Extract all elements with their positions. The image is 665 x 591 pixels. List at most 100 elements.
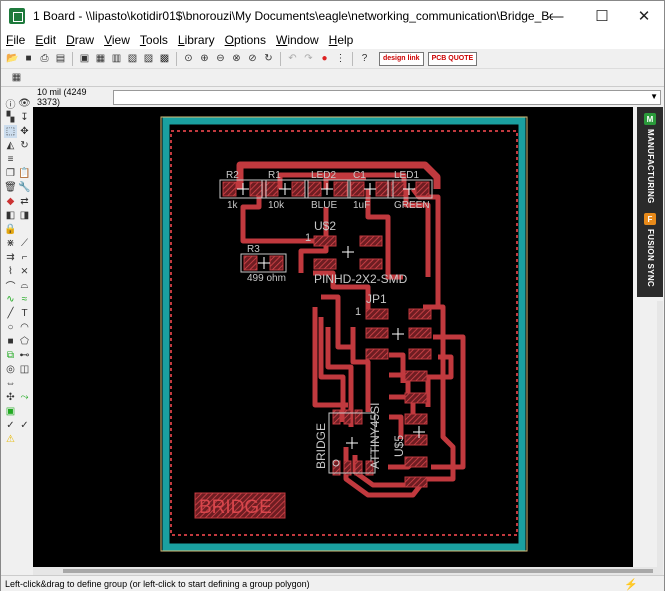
zoom-out-icon[interactable]: ⊖	[213, 51, 228, 66]
info-icon[interactable]: ⓘ	[4, 97, 17, 111]
rotate-icon[interactable]: ↻	[18, 139, 31, 152]
ripup-icon[interactable]: ⨯	[18, 265, 31, 278]
menu-edit[interactable]: Edit	[30, 33, 61, 47]
name-icon[interactable]: ◧	[4, 209, 17, 222]
replace-icon[interactable]: ⇄	[18, 195, 31, 208]
pcb-quote-button[interactable]: PCB QUOTE	[427, 51, 478, 66]
pad	[404, 434, 428, 446]
zoom-fit-icon[interactable]: ⊙	[181, 51, 196, 66]
miter-icon[interactable]: ⌐	[18, 251, 31, 264]
close-button[interactable]: ✕	[621, 1, 665, 31]
change-icon[interactable]: 🔧	[18, 181, 31, 194]
redraw-icon[interactable]: ↻	[261, 51, 276, 66]
redo-icon[interactable]: ↷	[301, 51, 316, 66]
stop-icon[interactable]: ●	[317, 51, 332, 66]
route-multi-icon[interactable]: ∿	[4, 293, 17, 306]
copy-icon[interactable]: ❐	[4, 167, 17, 180]
wire-icon[interactable]: ╱	[4, 307, 17, 320]
signal-icon[interactable]: ⤳	[18, 391, 31, 404]
show-icon[interactable]: 👁	[18, 97, 31, 110]
drc-check-icon[interactable]: ✓	[4, 419, 17, 432]
component-name-us5: U$5	[392, 435, 406, 457]
paste-icon[interactable]: 📋	[18, 167, 31, 180]
bridge-silk-label: BRIDGE	[314, 423, 328, 469]
zoom-previous-icon[interactable]: ⊘	[245, 51, 260, 66]
tab-manufacturing[interactable]: M MANUFACTURING	[637, 113, 663, 204]
polygon-icon[interactable]: ⬠	[18, 335, 31, 348]
board-icon[interactable]: ▣	[77, 51, 92, 66]
split-icon[interactable]: ⟋	[18, 237, 31, 250]
text-icon[interactable]: T	[18, 307, 31, 320]
horizontal-scroll-thumb[interactable]	[63, 569, 653, 573]
move-icon[interactable]: ✥	[18, 125, 31, 138]
save-icon[interactable]: ■	[21, 51, 36, 66]
cam-processor-icon[interactable]: ▩	[157, 51, 172, 66]
menu-tools[interactable]: Tools	[135, 33, 173, 47]
help-icon[interactable]: ?	[357, 51, 372, 66]
group-icon[interactable]: ⬚	[4, 125, 17, 138]
display-layers-icon[interactable]: ▚	[4, 111, 17, 124]
zoom-in-icon[interactable]: ⊕	[197, 51, 212, 66]
toolbar-separator	[72, 51, 73, 66]
pad	[307, 181, 322, 197]
dimension-icon[interactable]: ✣	[4, 391, 17, 404]
drc-icon[interactable]: ▨	[141, 51, 156, 66]
mark-icon[interactable]: ↧	[18, 111, 31, 124]
zoom-select-icon[interactable]: ⊗	[229, 51, 244, 66]
undo-icon[interactable]: ↶	[285, 51, 300, 66]
tool-palette: ⓘ 👁 ▚ ↧ ⬚ ✥ ◭ ↻ ≡ ❐ 📋 🗑 🔧 ◆ ⇄ ◧ ◨ 🔒 ⋇ ⟋ …	[1, 93, 33, 573]
menu-options[interactable]: Options	[220, 33, 271, 47]
command-line-input[interactable]: ▼	[113, 89, 661, 105]
pad	[408, 308, 432, 320]
maximize-button[interactable]: ☐	[579, 1, 625, 31]
cam-icon[interactable]: ▤	[53, 51, 68, 66]
rectangle-icon[interactable]: ■	[4, 335, 17, 348]
vertical-scrollbar[interactable]	[657, 301, 663, 567]
align-icon[interactable]: ≡	[4, 153, 17, 166]
menu-window[interactable]: Window	[271, 33, 324, 47]
route-icon[interactable]: ⌒	[4, 279, 17, 293]
chevron-down-icon[interactable]: ▼	[650, 92, 658, 101]
hole-icon[interactable]: ◎	[4, 363, 17, 376]
menu-view[interactable]: View	[99, 33, 135, 47]
ulp-icon[interactable]: ▧	[125, 51, 140, 66]
horizontal-scrollbar[interactable]	[33, 567, 663, 575]
pad	[332, 409, 341, 425]
go-icon[interactable]: ⋮	[333, 51, 348, 66]
arc-icon[interactable]: ◠	[18, 321, 31, 334]
mirror-icon[interactable]: ◭	[4, 139, 17, 152]
attribute-icon[interactable]: ⇔	[4, 377, 17, 390]
erc-icon[interactable]: ▣	[4, 405, 17, 418]
design-link-button[interactable]: design link	[379, 51, 424, 66]
route-diff-icon[interactable]: ≈	[18, 293, 31, 306]
menu-library[interactable]: Library	[173, 33, 220, 47]
circle-icon[interactable]: ○	[4, 321, 17, 334]
via-icon[interactable]: ⊷	[18, 349, 31, 362]
smash-icon[interactable]: ⋇	[4, 237, 17, 250]
ratsnest-icon[interactable]: ⧉	[4, 349, 17, 362]
add-icon[interactable]: ◆	[4, 195, 17, 208]
optimize-icon[interactable]: ⇉	[4, 251, 17, 264]
pcb-drawing[interactable]: R2 1k R1 10k LED2 BLUE C1 1uF LED1 GREEN…	[33, 107, 633, 567]
schematic-icon[interactable]: ▦	[93, 51, 108, 66]
application-window: 1 Board - \\lipasto\kotidir01$\bnorouzi\…	[0, 0, 665, 591]
minimize-button[interactable]: —	[533, 1, 579, 31]
warning-icon[interactable]: ⚠	[4, 433, 17, 446]
autoroute-icon[interactable]: ⌓	[18, 279, 31, 292]
print-icon[interactable]: ⎙	[37, 51, 52, 66]
delete-icon[interactable]: 🗑	[4, 181, 17, 194]
script-icon[interactable]: ▥	[109, 51, 124, 66]
menu-draw[interactable]: Draw	[61, 33, 99, 47]
errors-check-icon[interactable]: ✓	[18, 419, 31, 432]
board-canvas[interactable]: R2 1k R1 10k LED2 BLUE C1 1uF LED1 GREEN…	[33, 107, 633, 567]
menu-help[interactable]: Help	[324, 33, 359, 47]
pad	[365, 348, 389, 360]
open-icon[interactable]: 📂	[5, 51, 20, 66]
meander-icon[interactable]: ⌇	[4, 265, 17, 278]
pad-icon[interactable]: ◫	[18, 363, 31, 376]
menu-file[interactable]: File	[1, 33, 30, 47]
grid-icon[interactable]: ▦	[9, 70, 24, 85]
value-icon[interactable]: ◨	[18, 209, 31, 222]
lock-icon[interactable]: 🔒	[4, 223, 17, 236]
tab-fusion-sync[interactable]: F FUSION SYNC	[637, 213, 663, 293]
